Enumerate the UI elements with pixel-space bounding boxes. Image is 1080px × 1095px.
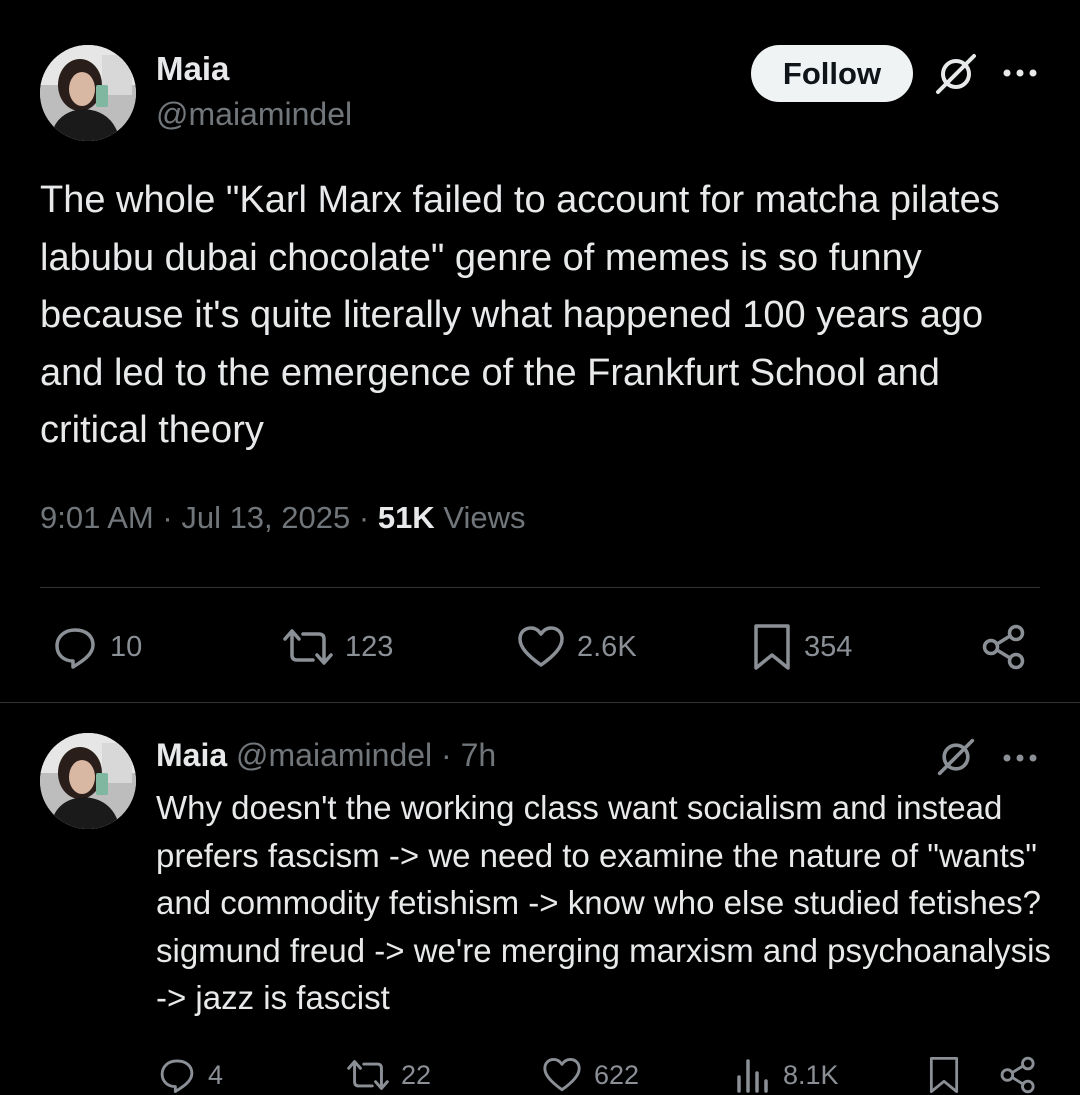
grok-icon[interactable] <box>934 52 978 96</box>
reply-author-name[interactable]: Maia <box>156 737 227 773</box>
share-button[interactable] <box>982 624 1026 670</box>
avatar-photo <box>40 733 136 829</box>
reply-count: 4 <box>208 1059 224 1090</box>
like-button[interactable]: 2.6K <box>517 624 637 670</box>
speech-bubble-icon <box>55 628 95 669</box>
repost-button[interactable]: 123 <box>283 624 393 670</box>
repost-count: 22 <box>401 1059 432 1090</box>
like-count: 2.6K <box>577 630 637 663</box>
more-dots-icon[interactable] <box>1000 747 1040 767</box>
speech-bubble-icon <box>160 1059 194 1093</box>
author-handle[interactable]: @maiamindel <box>156 96 352 133</box>
reply-author-handle[interactable]: @maiamindel <box>236 737 432 773</box>
share-icon <box>982 624 1025 670</box>
reply-text: Why doesn't the working class want socia… <box>156 789 1051 1016</box>
post-text: The whole "Karl Marx failed to account f… <box>40 179 1000 451</box>
grok-icon[interactable] <box>936 737 976 777</box>
share-button[interactable] <box>1000 1056 1036 1094</box>
reply-button[interactable]: 10 <box>52 624 142 670</box>
meta-separator: · <box>358 500 370 535</box>
meta-separator: · <box>441 737 452 773</box>
bookmark-icon <box>929 1056 959 1094</box>
views-button[interactable]: 8.1K <box>735 1056 839 1094</box>
bookmark-button[interactable]: 354 <box>752 624 852 670</box>
reply-button[interactable]: 4 <box>158 1056 223 1094</box>
post-meta: 9:01 AM · Jul 13, 2025 · 51K Views <box>40 500 525 536</box>
author-name[interactable]: Maia <box>156 50 229 88</box>
heart-icon <box>518 626 564 667</box>
bookmark-count: 354 <box>804 630 853 663</box>
meta-separator: · <box>162 500 173 535</box>
bookmark-button[interactable] <box>928 1056 960 1094</box>
repost-icon <box>347 1060 389 1090</box>
avatar-photo <box>40 45 136 141</box>
repost-button[interactable]: 22 <box>347 1056 431 1094</box>
views-label: Views <box>443 500 526 535</box>
share-icon <box>1000 1056 1035 1094</box>
heart-icon <box>543 1058 581 1092</box>
post-detail-screen: Maia @maiamindel Follow The whole "Karl … <box>0 0 1080 1095</box>
reply-time[interactable]: 7h <box>461 737 497 773</box>
views-bar-icon <box>737 1059 768 1093</box>
like-count: 622 <box>594 1059 640 1090</box>
like-button[interactable]: 622 <box>542 1056 639 1094</box>
repost-count: 123 <box>345 630 394 663</box>
reply-count: 10 <box>110 630 143 663</box>
reply-avatar[interactable] <box>40 733 136 829</box>
follow-button[interactable]: Follow <box>751 45 913 102</box>
post-date[interactable]: Jul 13, 2025 <box>181 500 350 535</box>
bookmark-icon <box>754 624 790 670</box>
avatar[interactable] <box>40 45 136 141</box>
reply-header: Maia @maiamindel · 7h <box>156 737 496 774</box>
section-divider <box>0 702 1080 703</box>
post-time[interactable]: 9:01 AM <box>40 500 154 535</box>
repost-icon <box>283 629 333 665</box>
views-count: 8.1K <box>783 1059 839 1090</box>
divider <box>40 587 1040 588</box>
more-dots-icon[interactable] <box>1000 62 1040 82</box>
views-count: 51K <box>377 500 435 535</box>
